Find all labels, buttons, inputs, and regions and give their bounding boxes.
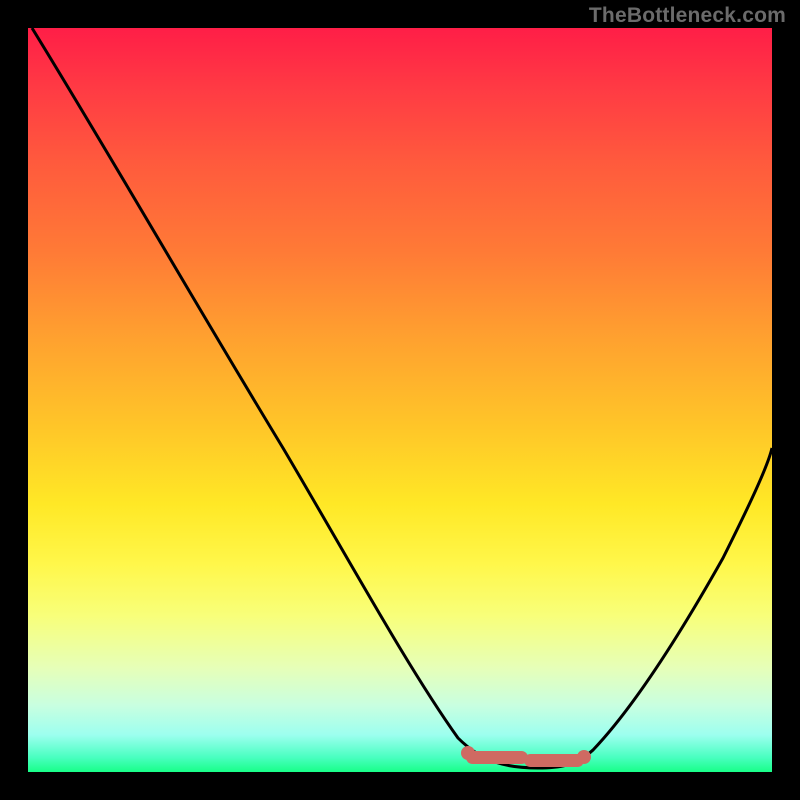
highlight-segment	[466, 751, 528, 764]
chart-frame: TheBottleneck.com	[0, 0, 800, 800]
watermark-text: TheBottleneck.com	[589, 4, 786, 28]
bottleneck-curve	[28, 28, 772, 772]
plot-area	[28, 28, 772, 772]
highlight-segment	[524, 754, 584, 767]
highlight-endpoint	[461, 746, 475, 760]
highlight-endpoint	[577, 750, 591, 764]
